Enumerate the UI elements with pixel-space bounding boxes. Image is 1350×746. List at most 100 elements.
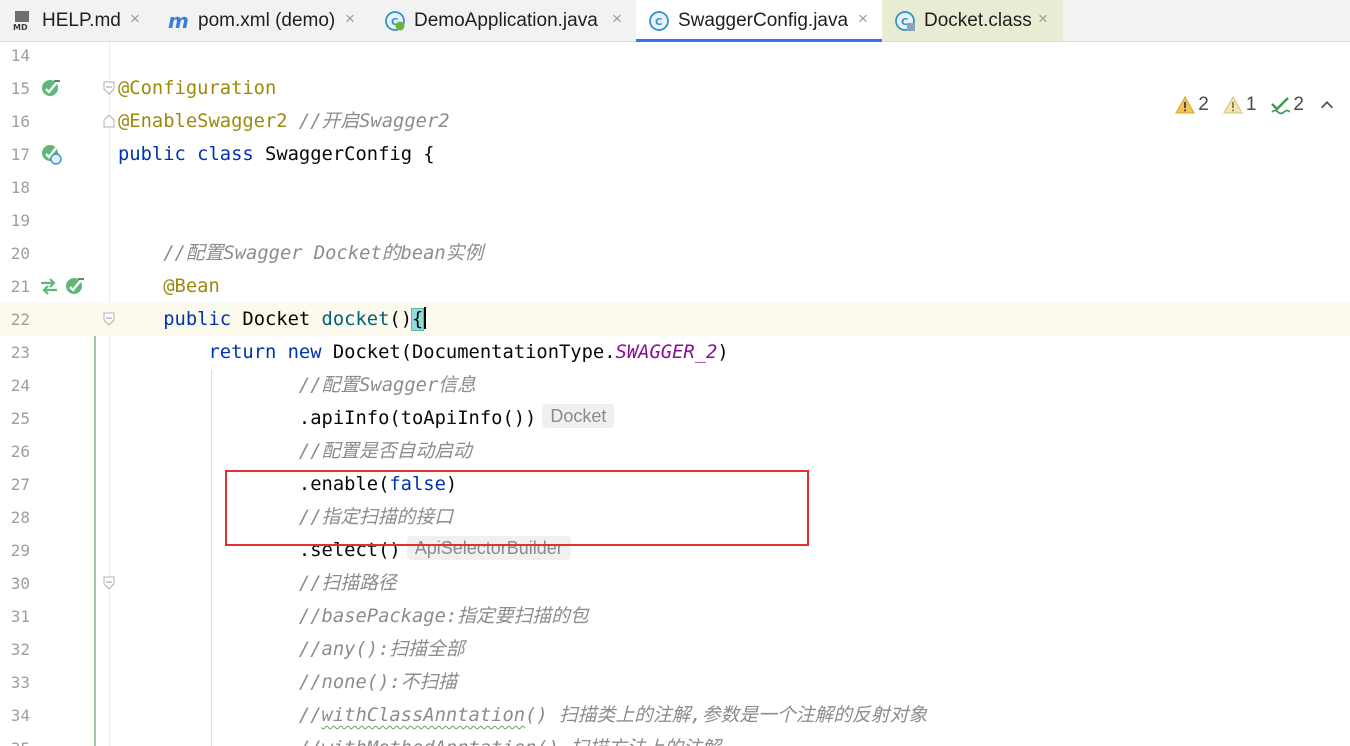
code-token: docket [321,309,390,330]
code-text[interactable]: //none():不扫描 [118,666,457,699]
typo-check-icon [1271,97,1291,115]
code-editor[interactable]: 14 15 @Configuration 16 @EnableSwagger2 //开启… [0,42,1350,746]
code-line[interactable]: 33 //none():不扫描 [0,666,1350,699]
code-line[interactable]: 30 //扫描路径 [0,567,1350,600]
code-text[interactable]: //any():扫描全部 [118,633,465,666]
close-icon[interactable]: × [1038,9,1048,29]
navigate-bean-gutter-icon[interactable] [38,275,60,297]
code-text[interactable]: public class SwaggerConfig { [118,138,435,171]
close-icon[interactable]: × [130,9,140,29]
code-line[interactable]: 22 public Docket docket(){ [0,303,1350,336]
code-token: //指定扫描的接口 [298,507,454,528]
svg-text:m: m [168,10,189,32]
line-number: 25 [10,409,30,428]
code-line[interactable]: 21 @Bean [0,270,1350,303]
code-text[interactable]: .select() ApiSelectorBuilder [118,534,571,567]
code-line[interactable]: 31 //basePackage:指定要扫描的包 [0,600,1350,633]
spring-bean-gutter-icon[interactable] [64,275,86,297]
tab-label: SwaggerConfig.java [678,9,849,31]
tab-demo-application[interactable]: C DemoApplication.java × [372,0,636,41]
line-number: 15 [10,79,30,98]
tab-label: pom.xml (demo) [198,9,336,31]
code-line[interactable]: 17 public class SwaggerConfig { [0,138,1350,171]
code-text[interactable]: //配置是否自动启动 [118,435,472,468]
code-line[interactable]: 20 //配置Swagger Docket的bean实例 [0,237,1350,270]
code-token: // [298,705,322,726]
code-text[interactable]: @Bean [118,270,220,303]
code-text[interactable]: //withClassAnntation() 扫描类上的注解,参数是一个注解的反… [118,699,927,732]
code-line[interactable]: 34 //withClassAnntation() 扫描类上的注解,参数是一个注… [0,699,1350,732]
code-line[interactable]: 27 .enable(false) [0,468,1350,501]
line-number: 32 [10,640,30,659]
weak-warnings-indicator[interactable]: 1 [1222,94,1256,116]
code-line[interactable]: 25 .apiInfo(toApiInfo()) Docket [0,402,1350,435]
code-token: @EnableSwagger2 [118,111,288,132]
line-number: 27 [10,475,30,494]
code-text[interactable]: //withMethodAnntation() 扫描方法上的注解 [118,732,721,746]
code-line[interactable]: 24 //配置Swagger信息 [0,369,1350,402]
line-number: 19 [10,211,30,230]
code-text[interactable]: //配置Swagger信息 [118,369,476,402]
code-line[interactable]: 18 [0,171,1350,204]
code-text[interactable]: public Docket docket(){ [118,303,427,336]
code-line[interactable]: 29 .select() ApiSelectorBuilder [0,534,1350,567]
code-token: //配置是否自动启动 [298,441,472,462]
code-token: //withMethodAnntation() 扫描方法上的注解 [299,738,721,746]
code-token: SWAGGER_2 [615,342,718,363]
typos-indicator[interactable]: 2 [1270,94,1304,116]
code-text[interactable]: //指定扫描的接口 [118,501,453,534]
code-text[interactable]: .apiInfo(toApiInfo()) Docket [118,402,615,435]
inlay-type-hint: ApiSelectorBuilder [406,536,571,560]
fold-icon[interactable] [102,312,116,326]
line-number: 31 [10,607,30,626]
weak-warning-icon [1222,95,1243,114]
tab-docket-class[interactable]: C Docket.class × [882,0,1063,41]
code-text[interactable]: .enable(false) [118,468,457,501]
line-number: 26 [10,442,30,461]
code-text[interactable]: return new Docket(DocumentationType.SWAG… [118,336,728,369]
code-line[interactable]: 16 @EnableSwagger2 //开启Swagger2 [0,105,1350,138]
line-number: 21 [10,277,30,296]
code-text[interactable]: //扫描路径 [118,567,397,600]
tab-pom-xml[interactable]: m pom.xml (demo) × [156,0,372,41]
code-line[interactable]: 19 [0,204,1350,237]
spring-config-gutter-icon[interactable] [40,143,62,165]
code-line[interactable]: 26 //配置是否自动启动 [0,435,1350,468]
tab-help-md[interactable]: MD HELP.md × [0,0,156,41]
spring-bean-gutter-icon[interactable] [40,77,62,99]
inspection-widget[interactable]: 2 1 2 [1175,92,1336,118]
fold-icon[interactable] [102,81,116,95]
line-number: 35 [0,732,30,746]
tab-swagger-config[interactable]: C SwaggerConfig.java × [636,0,882,42]
warnings-indicator[interactable]: 2 [1175,94,1209,116]
fold-icon[interactable] [102,114,116,128]
code-text[interactable]: @EnableSwagger2 //开启Swagger2 [118,105,450,138]
code-text[interactable]: @Configuration [118,72,276,105]
code-token: //开启Swagger2 [298,111,450,132]
close-icon[interactable]: × [858,9,868,29]
code-line[interactable]: 32 //any():扫描全部 [0,633,1350,666]
code-text[interactable]: //basePackage:指定要扫描的包 [118,600,589,633]
code-text[interactable]: //配置Swagger Docket的bean实例 [118,237,483,270]
fold-icon[interactable] [102,576,116,590]
code-token: SwaggerConfig { [253,144,435,165]
code-line[interactable]: 35 //withMethodAnntation() 扫描方法上的注解 [0,732,1350,746]
close-icon[interactable]: × [345,9,355,29]
chevron-up-icon[interactable] [1318,96,1336,114]
spring-class-icon: C [385,10,405,31]
code-line[interactable]: 23 return new Docket(DocumentationType.S… [0,336,1350,369]
line-number: 22 [10,310,30,329]
code-line[interactable]: 14 [0,42,1350,72]
code-line[interactable]: 28 //指定扫描的接口 [0,501,1350,534]
close-icon[interactable]: × [612,9,622,29]
code-line[interactable]: 15 @Configuration [0,72,1350,105]
line-number: 24 [10,376,30,395]
